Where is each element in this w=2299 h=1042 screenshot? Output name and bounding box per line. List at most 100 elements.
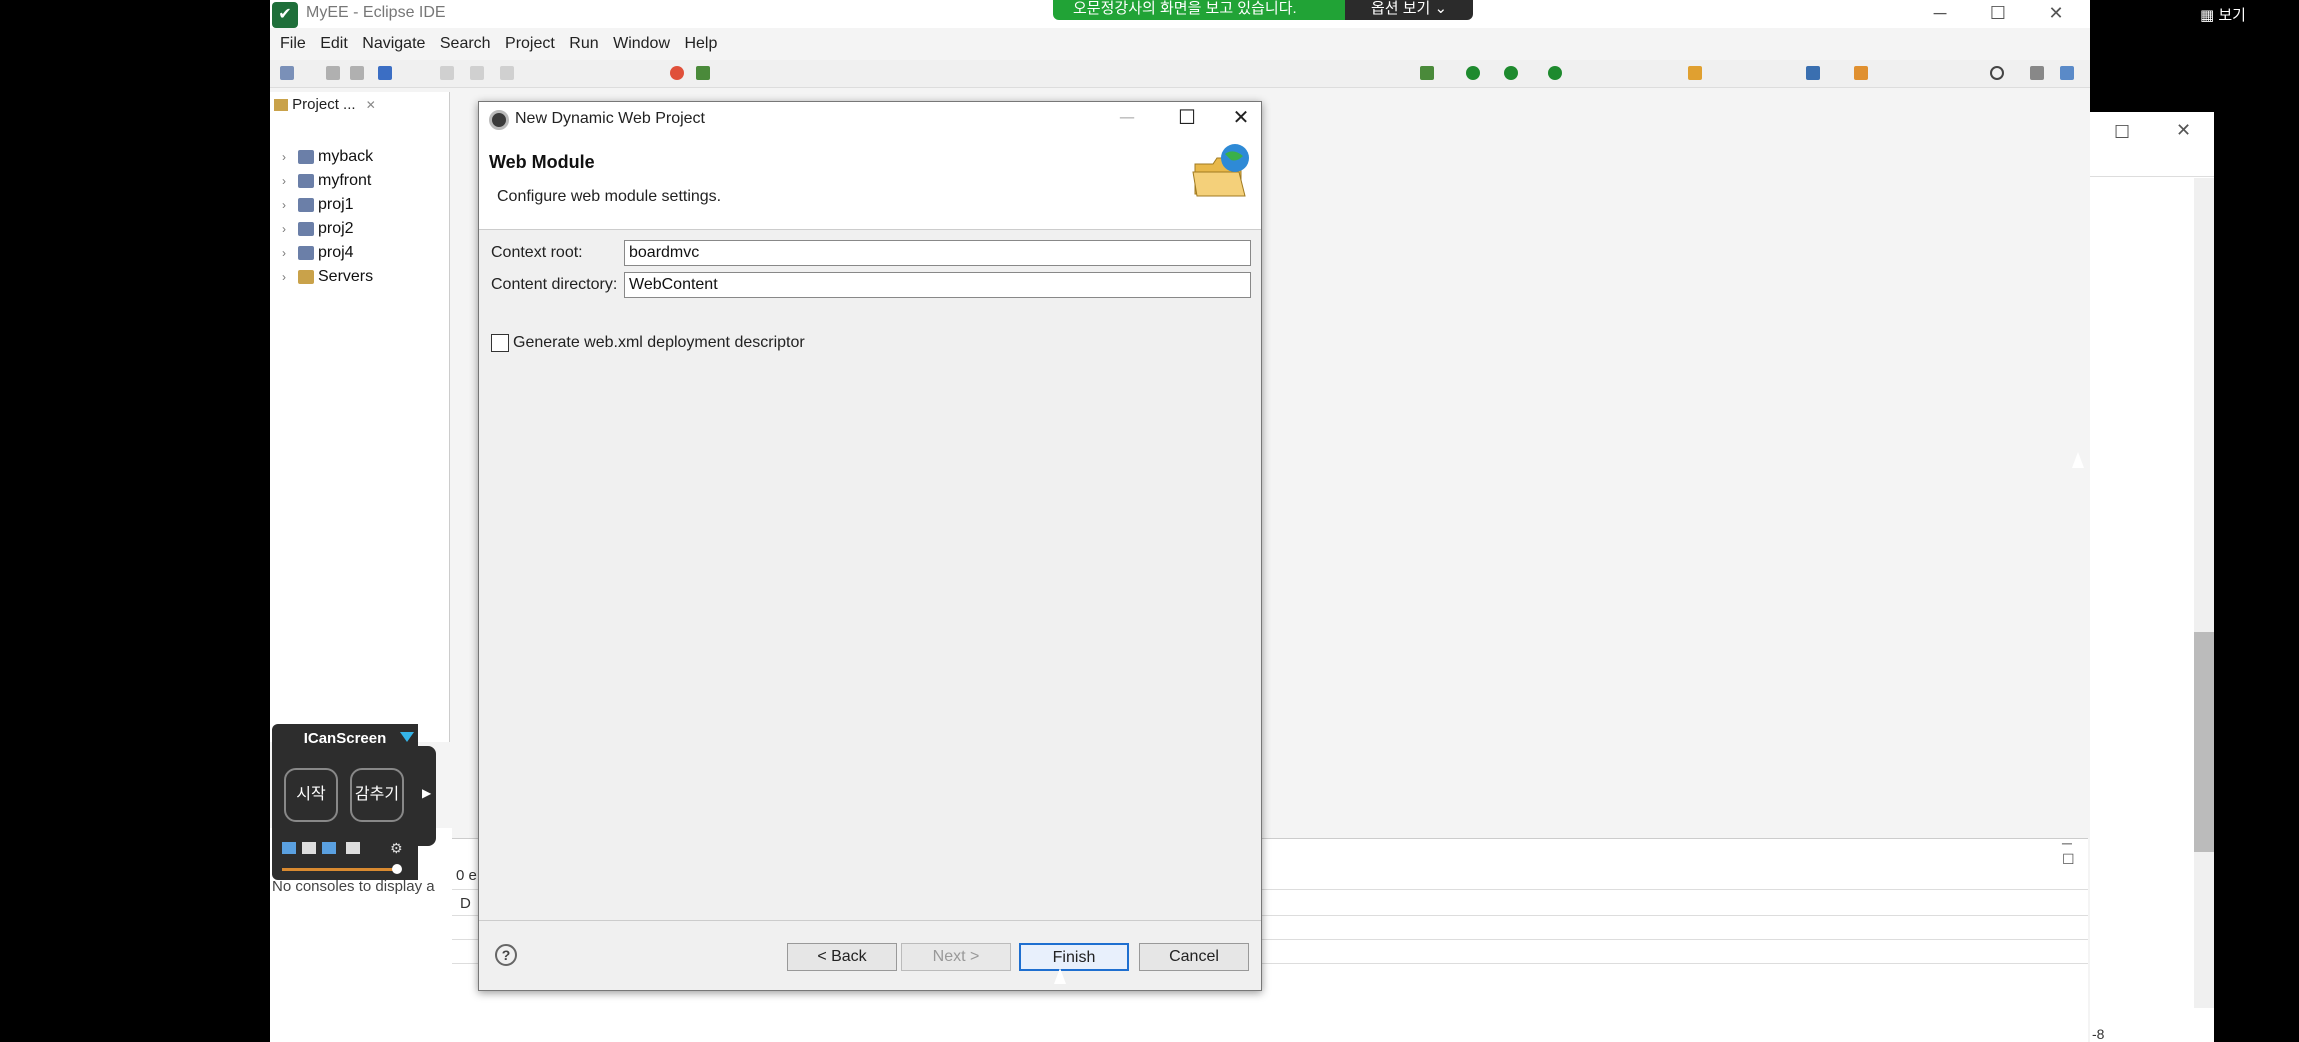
eclipse-icon [489,110,509,130]
tree-item-proj4[interactable]: › proj4 [282,242,354,264]
menu-navigate[interactable]: Navigate [362,32,425,56]
window-icon[interactable] [302,842,316,854]
volume-slider[interactable] [282,868,400,871]
dialog-title: New Dynamic Web Project [515,110,705,127]
project-icon [298,221,314,236]
java-ee-icon[interactable] [1806,66,1820,80]
tree-item-myfront[interactable]: › myfront [282,170,371,192]
settings-icon[interactable]: ⚙ [390,840,403,857]
problems-column-header: D [460,895,471,912]
scrollbar[interactable] [2194,178,2214,1008]
back-button[interactable]: < Back [787,943,897,971]
main-toolbar [270,60,2090,88]
folder-icon [298,269,314,284]
start-button[interactable]: 시작 [284,768,338,822]
tree-item-proj1[interactable]: › proj1 [282,194,354,216]
minimize-icon[interactable]: ─ [1107,104,1147,132]
menu-project[interactable]: Project [505,32,555,56]
open-perspective-icon[interactable] [2030,66,2044,80]
save-all-icon[interactable] [350,66,364,80]
project-icon [298,245,314,260]
expand-arrow-icon[interactable]: › [282,266,294,288]
cancel-button[interactable]: Cancel [1139,943,1249,971]
open-type-icon[interactable] [1688,66,1702,80]
close-icon[interactable]: ✕ [2036,0,2076,26]
maximize-icon[interactable]: ☐ [1167,104,1207,132]
tree-item-label: myback [318,148,374,165]
share-options-button[interactable]: 옵션 보기 ⌄ [1345,0,1473,20]
close-icon[interactable]: ✕ [1221,104,1261,132]
tree-item-proj2[interactable]: › proj2 [282,218,354,240]
expand-arrow-icon[interactable]: › [282,194,294,216]
capture-icon[interactable] [282,842,296,854]
tree-item-label: proj4 [318,244,354,261]
divider [479,920,1261,921]
project-icon [298,149,314,164]
dropdown-icon[interactable] [400,732,414,742]
new-icon[interactable] [280,66,294,80]
menu-help[interactable]: Help [684,32,717,56]
terminal-icon[interactable] [378,66,392,80]
download-icon[interactable] [322,842,336,854]
expand-arrow-icon[interactable]: › [282,170,294,192]
icanscreen-title: ICanScreen [303,730,387,747]
divider [2090,176,2214,177]
menu-bar: File Edit Navigate Search Project Run Wi… [270,32,2090,56]
context-root-label: Context root: [491,244,583,261]
suspend-icon[interactable] [470,66,484,80]
external-tools-icon[interactable] [1548,66,1562,80]
console-message: No consoles to display a [272,878,435,895]
menu-file[interactable]: File [280,32,306,56]
refresh-icon[interactable] [670,66,684,80]
content-directory-input[interactable] [624,272,1251,298]
tab-project-explorer[interactable]: Project ... ✕ [274,96,376,118]
menu-search[interactable]: Search [440,32,491,56]
minimize-icon[interactable]: ─ [1920,0,1960,26]
expand-arrow-icon[interactable]: › [282,242,294,264]
video-icon[interactable] [346,842,360,854]
debug-icon[interactable] [1420,66,1434,80]
maximize-icon[interactable]: ☐ [1978,0,2018,26]
close-icon[interactable]: ✕ [2176,120,2191,141]
next-button[interactable]: Next > [901,943,1011,971]
save-icon[interactable] [326,66,340,80]
tree-item-label: proj2 [318,220,354,237]
menu-window[interactable]: Window [613,32,670,56]
tree-item-label: myfront [318,172,372,189]
maximize-icon[interactable]: ☐ [2114,122,2130,143]
screen-share-banner: 오문정강사의 화면을 보고 있습니다. [1053,0,1345,20]
expand-tab[interactable]: ▶ [418,746,436,846]
expand-arrow-icon[interactable]: › [282,218,294,240]
tree-item-servers[interactable]: › Servers [282,266,373,288]
project-explorer: Project ... ✕ › myback › myfront › proj1 › p… [270,92,450,742]
coverage-icon[interactable] [1504,66,1518,80]
icanscreen-widget: ICanScreen 시작 감추기 ⚙ ▶ [272,724,436,880]
slider-handle[interactable] [392,864,402,874]
close-tab-icon[interactable]: ✕ [366,98,376,112]
watch-button[interactable]: ▦ 보기 [2200,4,2246,25]
problems-count: 0 e [456,867,477,884]
resume-icon[interactable] [440,66,454,80]
expand-arrow-icon[interactable]: › [282,146,294,168]
context-root-input[interactable] [624,240,1251,266]
scrollbar-thumb[interactable] [2194,632,2214,852]
window-title: MyEE - Eclipse IDE [306,4,446,21]
terminate-icon[interactable] [500,66,514,80]
build-icon[interactable] [696,66,710,80]
run-icon[interactable] [1466,66,1480,80]
back-icon[interactable] [1854,66,1868,80]
view-menu-icon[interactable]: ─ ☐ [2062,835,2088,868]
menu-edit[interactable]: Edit [320,32,348,56]
help-icon[interactable]: ? [495,944,517,966]
menu-run[interactable]: Run [569,32,598,56]
perspective-icon[interactable] [2060,66,2074,80]
page-description: Configure web module settings. [497,188,722,205]
generate-web-xml-checkbox[interactable] [491,334,509,352]
search-icon[interactable] [1990,66,2004,80]
finish-button[interactable]: Finish [1019,943,1129,971]
wizard-header: Web Module Configure web module settings… [479,134,1261,230]
tree-item-label: proj1 [318,196,354,213]
eclipse-logo-icon: ✔ [272,2,298,28]
hide-button[interactable]: 감추기 [350,768,404,822]
tree-item-myback[interactable]: › myback [282,146,373,168]
